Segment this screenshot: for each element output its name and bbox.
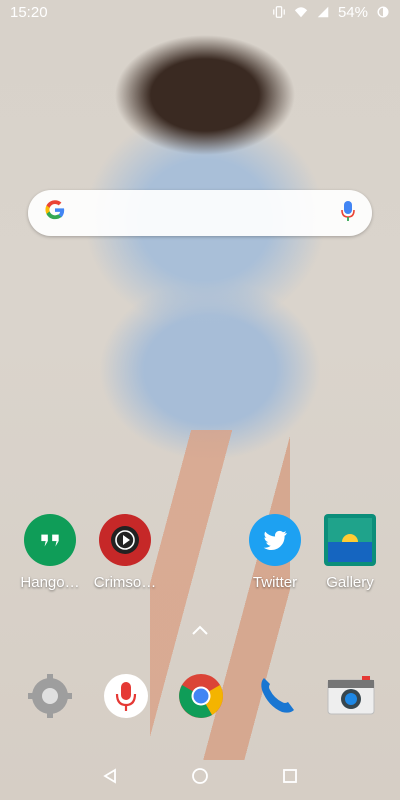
hangouts-icon bbox=[24, 514, 76, 566]
google-logo bbox=[44, 199, 66, 228]
settings-icon bbox=[28, 674, 72, 718]
app-label: Gallery bbox=[326, 574, 374, 591]
navigation-bar bbox=[0, 752, 400, 800]
vibrate-icon bbox=[273, 6, 285, 18]
app-gallery[interactable]: Gallery bbox=[310, 514, 390, 591]
home-icon[interactable] bbox=[190, 766, 210, 786]
dock-settings[interactable] bbox=[24, 670, 76, 722]
app-label: Twitter bbox=[252, 574, 298, 591]
chrome-icon bbox=[179, 674, 223, 718]
battery-percent: 54% bbox=[337, 3, 368, 21]
twitter-icon bbox=[249, 514, 301, 566]
signal-icon bbox=[317, 6, 329, 18]
home-apps-row: Hango… Crimso… Twitter Gallery bbox=[0, 514, 400, 604]
app-label: Hango… bbox=[20, 574, 80, 591]
app-drawer-chevron-icon[interactable] bbox=[191, 624, 209, 636]
app-twitter[interactable]: Twitter bbox=[235, 514, 315, 591]
voice-recorder-icon bbox=[104, 674, 148, 718]
crimson-player-icon bbox=[99, 514, 151, 566]
wifi-icon bbox=[294, 7, 308, 18]
status-time: 15:20 bbox=[10, 3, 48, 21]
dock bbox=[0, 670, 400, 726]
status-icons: 54% bbox=[272, 4, 390, 21]
recents-icon[interactable] bbox=[280, 766, 300, 786]
camera-icon bbox=[327, 676, 375, 715]
status-bar: 15:20 54% bbox=[0, 0, 400, 24]
gallery-icon bbox=[324, 514, 376, 566]
dock-camera[interactable] bbox=[325, 670, 377, 722]
phone-icon bbox=[261, 678, 294, 713]
google-search-bar[interactable] bbox=[28, 190, 372, 236]
dock-phone[interactable] bbox=[250, 670, 302, 722]
app-crimson[interactable]: Crimso… bbox=[85, 514, 165, 591]
app-label: Crimso… bbox=[93, 574, 157, 591]
mic-icon[interactable] bbox=[340, 199, 356, 228]
app-hangouts[interactable]: Hango… bbox=[10, 514, 90, 591]
battery-icon bbox=[377, 6, 389, 18]
dock-voice-recorder[interactable] bbox=[100, 670, 152, 722]
dock-chrome[interactable] bbox=[175, 670, 227, 722]
back-icon[interactable] bbox=[100, 766, 120, 786]
